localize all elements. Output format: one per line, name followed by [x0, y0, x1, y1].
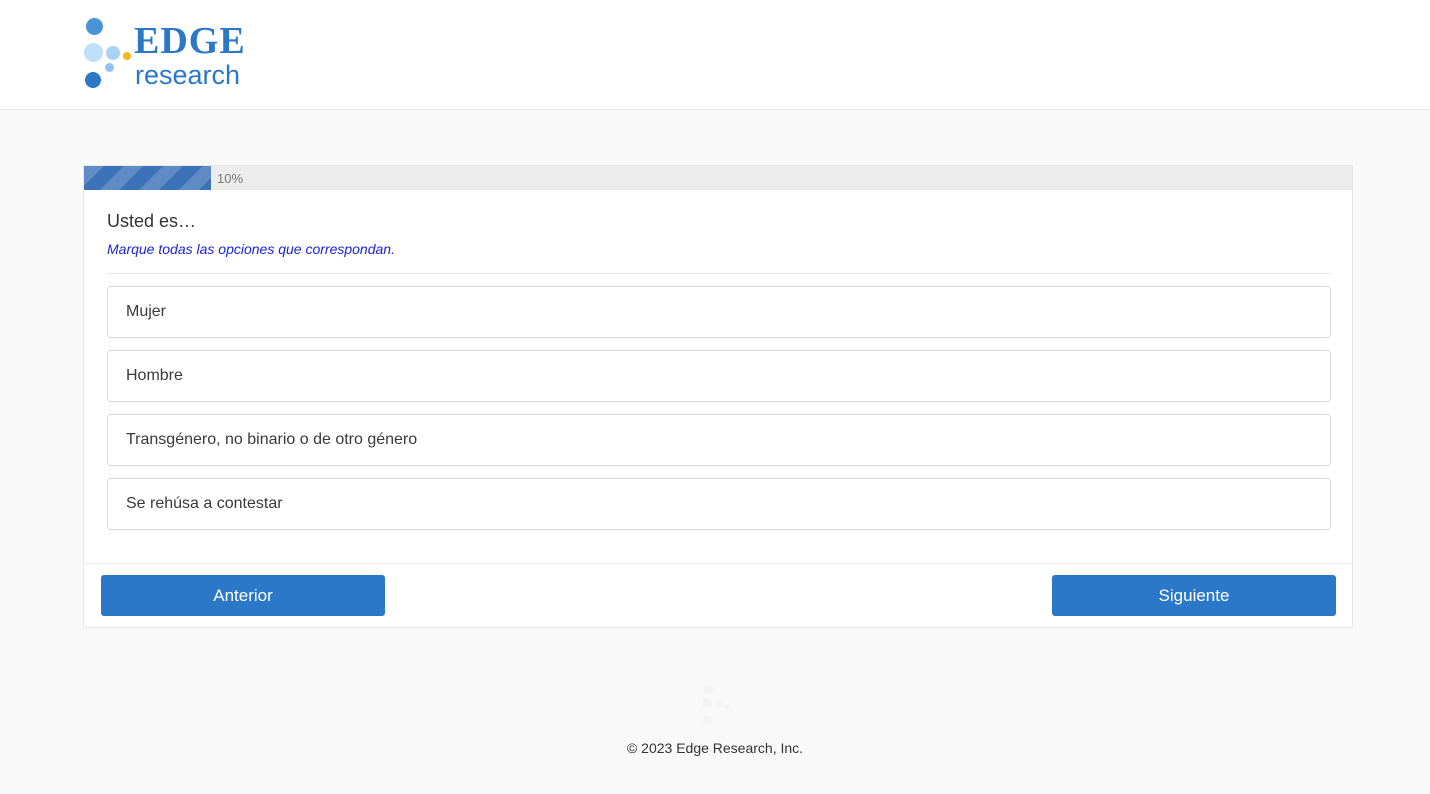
question-title: Usted es… — [107, 211, 197, 231]
survey-panel: 10% Usted es… Marque todas las opciones … — [83, 165, 1353, 628]
logo-dot-yellow — [123, 52, 131, 60]
option-label: Mujer — [126, 303, 167, 320]
edge-research-logo[interactable]: EDGE research — [82, 16, 257, 92]
option-label: Se rehúsa a contestar — [126, 495, 283, 512]
footer-logo-dot — [704, 685, 713, 694]
progress-bar-fill — [84, 166, 211, 190]
progress-label: 10% — [217, 171, 244, 186]
footer-logo-watermark — [700, 683, 740, 733]
logo-dot-blue-bottom — [85, 72, 101, 88]
footer-logo-dot — [703, 716, 712, 725]
option-hombre[interactable]: Hombre — [107, 350, 1331, 402]
option-label: Hombre — [126, 367, 183, 384]
logo-subtitle-text: research — [135, 60, 241, 90]
logo-brand-text: EDGE — [134, 20, 246, 62]
previous-button[interactable]: Anterior — [101, 575, 385, 616]
progress-bar: 10% — [84, 166, 1352, 190]
logo-dot-light-mid-right — [106, 46, 120, 60]
footer-logo-dot — [715, 700, 723, 708]
option-mujer[interactable]: Mujer — [107, 286, 1331, 338]
question-divider — [107, 273, 1331, 274]
option-transgenero-no-binario-otro[interactable]: Transgénero, no binario o de otro género — [107, 414, 1331, 466]
logo-dot-light-mid-left — [84, 43, 103, 62]
copyright-text: © 2023 Edge Research, Inc. — [626, 740, 804, 756]
logo-dot-blue-top — [86, 18, 103, 35]
site-header: EDGE research — [0, 0, 1430, 110]
logo-dot-light-small — [105, 63, 114, 72]
question-instructions: Marque todas las opciones que correspond… — [107, 241, 395, 257]
option-se-rehusa-a-contestar[interactable]: Se rehúsa a contestar — [107, 478, 1331, 530]
footer-logo-dot — [702, 698, 712, 708]
footer-logo-dot — [725, 704, 730, 709]
option-label: Transgénero, no binario o de otro género — [126, 431, 418, 448]
next-button[interactable]: Siguiente — [1052, 575, 1336, 616]
navigation-divider — [84, 563, 1352, 564]
